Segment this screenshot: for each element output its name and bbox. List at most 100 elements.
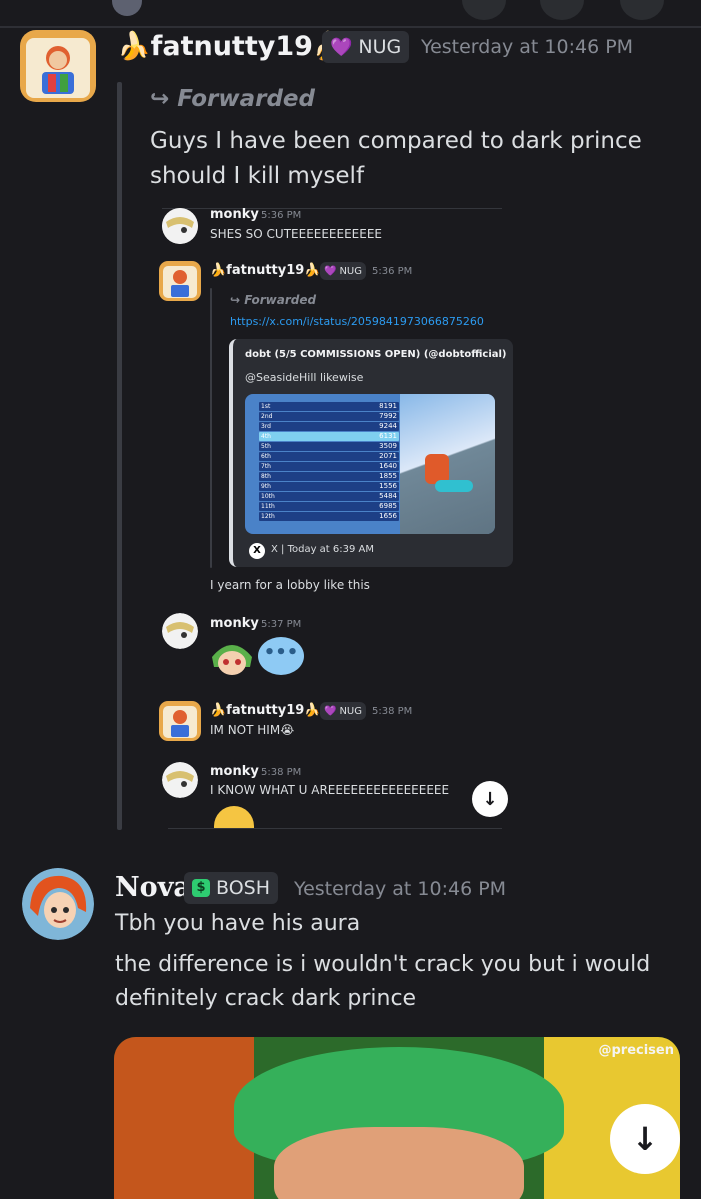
scoreboard-score: 6985 — [379, 502, 397, 510]
scoreboard-row: 8th 1855 — [259, 472, 399, 481]
scoreboard-row: 3rd 9244 — [259, 422, 399, 431]
m2-link[interactable]: https://x.com/i/status/20598419730668752… — [230, 315, 484, 328]
m1-author: monky — [210, 207, 259, 222]
m1-time: 5:36 PM — [261, 210, 302, 221]
embed-footer: X | Today at 6:39 AM — [271, 544, 375, 555]
m1-text: SHES SO CUTEEEEEEEEEEEE — [210, 227, 383, 241]
forwarded-screenshot[interactable]: monky 5:36 PM SHES SO CUTEEEEEEEEEEEE 🍌f… — [150, 200, 520, 832]
heart-icon: 💜 — [324, 265, 337, 277]
role-badge-bosh[interactable]: $ BOSH — [184, 872, 279, 904]
scoreboard-row: 5th 3509 — [259, 442, 399, 451]
message-timestamp: Yesterday at 10:46 PM — [421, 36, 634, 58]
header-button-3[interactable] — [620, 0, 664, 20]
gif-bg-left — [114, 1037, 254, 1199]
scoreboard-rank: 3rd — [261, 423, 271, 430]
scoreboard-row: 10th 5484 — [259, 492, 399, 501]
scoreboard-rank: 6th — [261, 453, 271, 460]
scoreboard-row: 9th 1556 — [259, 482, 399, 491]
m5-text: I KNOW WHAT U AREEEEEEEEEEEEEEEE — [210, 783, 450, 797]
scoreboard-row: 2nd 7992 — [259, 412, 399, 421]
monky-avatar — [162, 208, 198, 244]
x-logo-icon: X — [249, 543, 265, 559]
m4-avatar — [158, 700, 202, 742]
forward-arrow-icon: ↪ — [150, 86, 178, 112]
scoreboard-score: 8191 — [379, 402, 397, 410]
m4-time: 5:38 PM — [372, 706, 413, 717]
monky-avatar — [162, 762, 198, 798]
message-timestamp: Yesterday at 10:46 PM — [294, 878, 507, 900]
character-emoji — [210, 637, 254, 677]
gif-character-face — [274, 1127, 524, 1199]
message-content-line2: the difference is i wouldn't crack you b… — [115, 952, 651, 1011]
scoreboard-score: 1855 — [379, 472, 397, 480]
scoreboard-row: 11th 6985 — [259, 502, 399, 511]
header-button-1[interactable] — [462, 0, 506, 20]
m2-badge: 💜 NUG — [320, 262, 367, 280]
fatnutty-avatar[interactable] — [18, 28, 98, 104]
m2-avatar — [158, 260, 202, 302]
jump-down-small-button[interactable]: ↓ — [472, 781, 508, 817]
embed-author[interactable]: dobt (5/5 COMMISSIONS OPEN) (@dobtoffici… — [245, 349, 507, 360]
scoreboard-rank: 2nd — [261, 413, 273, 420]
scoreboard-row: 12th 1656 — [259, 512, 399, 521]
m3-author: monky — [210, 616, 259, 631]
scoreboard-rank: 5th — [261, 443, 271, 450]
scoreboard-score: 1640 — [379, 462, 397, 470]
m4-text: IM NOT HIM😭 — [210, 723, 295, 737]
role-badge-label: NUG — [358, 36, 402, 58]
message-content-line1: Tbh you have his aura — [115, 911, 361, 936]
embed-image[interactable]: 1st 8191 2nd 7992 3rd 9244 4th 6131 5th 3509 6th 20… — [245, 394, 495, 534]
scoreboard-score: 6131 — [379, 432, 397, 440]
scoreboard-rank: 9th — [261, 483, 271, 490]
heart-icon: 💜 — [324, 705, 337, 717]
speech-bubble-emoji: ••• — [258, 637, 304, 675]
dollar-icon: $ — [192, 879, 210, 897]
m2-time: 5:36 PM — [372, 266, 413, 277]
scoreboard-row: 7th 1640 — [259, 462, 399, 471]
scoreboard-score: 9244 — [379, 422, 397, 430]
scoreboard-rank: 1st — [261, 403, 271, 410]
message-author[interactable]: 🍌fatnutty19🍌 — [117, 30, 347, 62]
m4-badge: 💜 NUG — [320, 702, 367, 720]
gif-watermark: @precisen — [598, 1043, 674, 1058]
m2-author: 🍌fatnutty19🍌 — [210, 263, 321, 278]
header-avatar[interactable] — [112, 0, 142, 16]
forward-bar — [117, 82, 122, 830]
forwarded-label: ↪ Forwarded — [150, 86, 315, 112]
header-button-2[interactable] — [540, 0, 584, 20]
monky-avatar — [162, 613, 198, 649]
m4-author: 🍌fatnutty19🍌 — [210, 703, 321, 718]
m5-author: monky — [210, 764, 259, 779]
scoreboard-row: 1st 8191 — [259, 402, 399, 411]
embed-text: @SeasideHill likewise — [245, 371, 364, 384]
scoreboard-row: 6th 2071 — [259, 452, 399, 461]
message-author[interactable]: Nova — [115, 872, 191, 903]
scoreboard-rank: 7th — [261, 463, 271, 470]
channel-header — [0, 0, 701, 28]
scoreboard-score: 7992 — [379, 412, 397, 420]
scoreboard-rank: 4th — [261, 433, 271, 440]
m2-forwarded: ↪ Forwarded — [230, 293, 317, 307]
role-badge-label: BOSH — [216, 877, 271, 899]
heart-icon: 💜 — [330, 36, 353, 58]
scoreboard-rank: 10th — [261, 493, 275, 500]
gif-attachment[interactable]: @precisen — [114, 1037, 680, 1199]
x-embed[interactable]: dobt (5/5 COMMISSIONS OPEN) (@dobtoffici… — [229, 339, 513, 567]
jump-to-bottom-button[interactable]: ↓ — [610, 1104, 680, 1174]
scoreboard-score: 5484 — [379, 492, 397, 500]
scoreboard-row: 4th 6131 — [259, 432, 399, 441]
forward-arrow-icon: ↪ — [230, 293, 245, 307]
message-content: Guys I have been compared to dark prince… — [150, 128, 642, 189]
scoreboard-score: 1656 — [379, 512, 397, 520]
screenshot-divider-bottom — [168, 828, 502, 829]
role-badge-nug[interactable]: 💜 NUG — [322, 31, 410, 63]
m2-forward-bar — [210, 288, 212, 568]
nova-avatar[interactable] — [22, 868, 94, 940]
scoreboard-rank: 8th — [261, 473, 271, 480]
racer-vehicle — [435, 480, 473, 492]
arrow-down-icon: ↓ — [631, 1120, 659, 1158]
arrow-down-icon: ↓ — [482, 788, 498, 810]
reaction-emoji-partial — [214, 806, 254, 828]
scoreboard-rank: 12th — [261, 513, 275, 520]
scoreboard: 1st 8191 2nd 7992 3rd 9244 4th 6131 5th 3509 6th 20… — [259, 402, 399, 524]
